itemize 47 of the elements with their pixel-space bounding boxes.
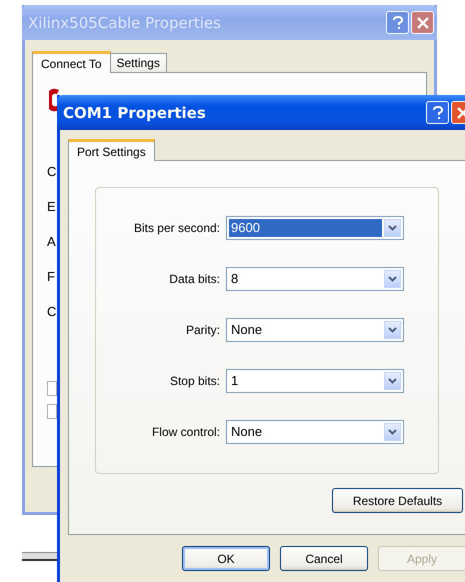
dropdown[interactable]: None bbox=[226, 318, 404, 342]
field-label: Data bits: bbox=[168, 272, 220, 286]
field-label: C bbox=[47, 164, 56, 179]
dropdown-arrow-button[interactable] bbox=[384, 423, 401, 441]
field-label: Flow control: bbox=[150, 425, 220, 439]
dialog-button[interactable]: Cancel bbox=[280, 546, 368, 571]
chevron-down-icon bbox=[388, 276, 397, 282]
field-label: A bbox=[47, 234, 56, 249]
chevron-down-icon bbox=[388, 378, 397, 384]
dropdown[interactable]: None bbox=[226, 420, 404, 444]
dropdown[interactable]: 1 bbox=[226, 369, 404, 393]
restore-defaults-button[interactable]: Restore Defaults bbox=[332, 488, 463, 513]
close-icon bbox=[456, 106, 465, 118]
dialog-button[interactable]: OK bbox=[182, 546, 270, 571]
dropdown-arrow-button[interactable] bbox=[384, 219, 401, 237]
tab[interactable]: Port Settings bbox=[68, 139, 155, 161]
chevron-down-icon bbox=[388, 327, 397, 333]
checkbox[interactable] bbox=[47, 381, 57, 396]
dropdown-value: 1 bbox=[230, 372, 240, 390]
checkbox[interactable] bbox=[47, 404, 57, 419]
window-title: Xilinx505Cable Properties bbox=[28, 14, 221, 32]
dropdown-arrow-button[interactable] bbox=[384, 270, 401, 288]
chevron-down-icon bbox=[388, 429, 397, 435]
question-icon bbox=[432, 106, 444, 120]
question-icon bbox=[392, 16, 404, 30]
dropdown-value: 9600 bbox=[229, 219, 382, 237]
chevron-down-icon bbox=[388, 225, 397, 231]
dropdown-value: 8 bbox=[230, 270, 240, 288]
field-label: F bbox=[47, 269, 55, 284]
dropdown-arrow-button[interactable] bbox=[384, 321, 401, 339]
help-button[interactable] bbox=[426, 101, 449, 124]
help-button[interactable] bbox=[386, 11, 409, 34]
tab[interactable]: Connect To bbox=[32, 51, 110, 73]
dropdown[interactable]: 9600 bbox=[226, 216, 404, 240]
field-label: E bbox=[47, 199, 56, 214]
close-button[interactable] bbox=[411, 11, 434, 34]
dropdown-value: None bbox=[230, 321, 264, 339]
field-label: C bbox=[47, 304, 56, 319]
dropdown[interactable]: 8 bbox=[226, 267, 404, 291]
dropdown-arrow-button[interactable] bbox=[384, 372, 401, 390]
field-label: Stop bits: bbox=[168, 374, 220, 388]
field-label: Bits per second: bbox=[132, 221, 220, 235]
tab[interactable]: Settings bbox=[110, 53, 167, 72]
close-icon bbox=[416, 16, 428, 28]
window-title: COM1 Properties bbox=[63, 104, 206, 122]
field-label: Parity: bbox=[184, 323, 220, 337]
dropdown-value: None bbox=[230, 423, 264, 441]
